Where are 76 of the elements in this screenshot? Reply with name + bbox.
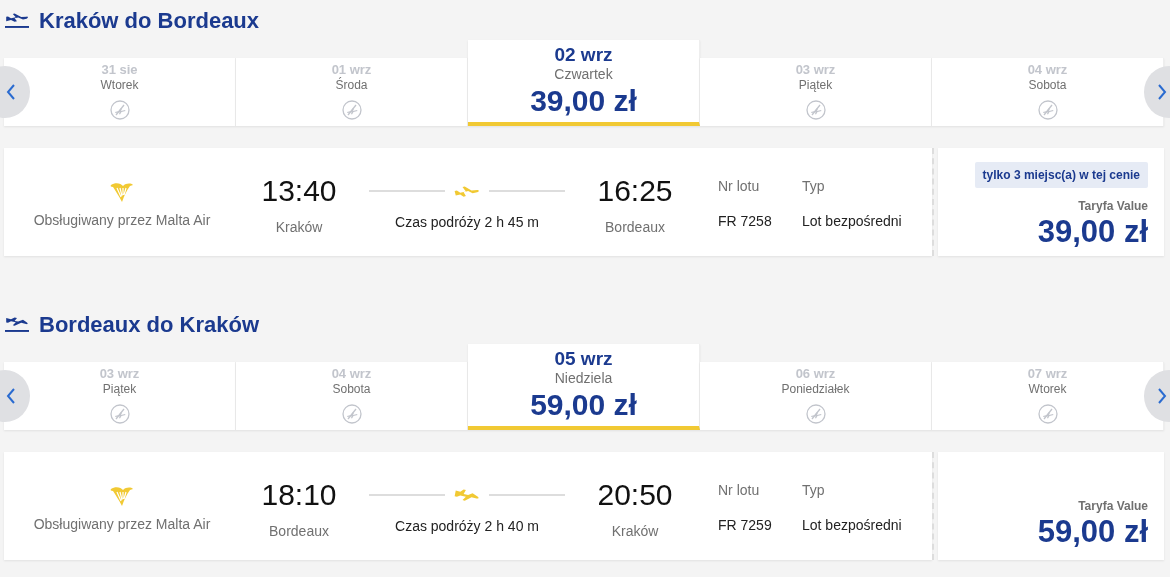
tab-weekday: Poniedziałek [780, 382, 851, 396]
flight-number: FR 7258 [718, 212, 773, 231]
fare-name: Taryfa Value [1078, 198, 1148, 215]
date-tab[interactable]: 04 wrz Sobota [932, 58, 1164, 126]
tab-weekday: Środa [334, 78, 369, 92]
date-tab[interactable]: 07 wrz Wtorek [932, 362, 1164, 430]
city-name: Bordeaux [269, 522, 329, 541]
section-title: Kraków do Bordeaux [39, 6, 260, 35]
tab-date: 06 wrz [794, 366, 837, 382]
tab-weekday: Piątek [797, 78, 834, 92]
tab-weekday: Czwartek [553, 66, 614, 83]
tab-date: 31 sie [100, 62, 139, 78]
plane-icon [453, 486, 481, 504]
tab-date: 01 wrz [330, 62, 373, 77]
flight-time: 18:10 [261, 477, 337, 513]
date-tab[interactable]: 31 sie Wtorek [4, 58, 236, 126]
no-flights-icon [109, 404, 130, 424]
field-label: Nr lotu [718, 481, 761, 500]
tab-weekday: Wtorek [99, 78, 140, 92]
no-flights-icon [341, 404, 362, 424]
no-flights-icon [1037, 100, 1058, 120]
field-label: Typ [802, 177, 826, 196]
travel-duration: Czas podróży 2 h 45 m [395, 213, 539, 232]
field-label: Typ [802, 481, 826, 500]
flight-time: 20:50 [597, 477, 673, 513]
no-flights-icon [805, 100, 826, 120]
tab-weekday: Wtorek [1027, 382, 1068, 396]
chevron-right-icon [1156, 387, 1168, 405]
date-tab[interactable]: 03 wrz Piątek [700, 58, 932, 126]
harp-logo-icon [109, 180, 135, 204]
seats-left-badge: tylko 3 miejsc(a) w tej cenie [974, 162, 1148, 188]
section-title: Bordeaux do Kraków [39, 310, 260, 339]
city-name: Bordeaux [605, 218, 665, 237]
date-tab[interactable]: 06 wrz Poniedziałek [700, 362, 932, 430]
no-flights-icon [109, 100, 130, 120]
tab-date: 03 wrz [98, 366, 141, 382]
tab-price: 39,00 zł [529, 83, 638, 119]
chevron-right-icon [1156, 83, 1168, 101]
tab-date: 03 wrz [794, 62, 837, 78]
operator-text: Obsługiwany przez Malta Air [33, 515, 211, 534]
date-tab[interactable]: 05 wrz Niedziela 59,00 zł [468, 344, 700, 430]
tab-weekday: Niedziela [553, 370, 614, 387]
fare-price: 59,00 zł [1037, 515, 1148, 549]
tab-date: 04 wrz [330, 366, 373, 382]
flight-time: 16:25 [597, 173, 673, 209]
arrival-plane-icon [5, 315, 29, 333]
date-tab[interactable]: 03 wrz Piątek [4, 362, 236, 430]
date-tab[interactable]: 01 wrz Środa [236, 58, 468, 126]
flight-type: Lot bezpośredni [802, 516, 903, 535]
harp-logo-icon [109, 484, 135, 508]
operator-text: Obsługiwany przez Malta Air [33, 211, 211, 230]
tab-price: 59,00 zł [529, 387, 638, 423]
flight-number: FR 7259 [718, 516, 773, 535]
chevron-left-icon [5, 387, 17, 405]
flight-time: 13:40 [261, 173, 337, 209]
fare-price: 39,00 zł [1037, 215, 1148, 249]
fare-name: Taryfa Value [1078, 498, 1148, 515]
date-tab[interactable]: 04 wrz Sobota [236, 362, 468, 430]
no-flights-icon [805, 404, 826, 424]
no-flights-icon [341, 100, 362, 120]
city-name: Kraków [275, 218, 323, 237]
field-label: Nr lotu [718, 177, 761, 196]
date-tab[interactable]: 02 wrz Czwartek 39,00 zł [468, 40, 700, 126]
flight-type: Lot bezpośredni [802, 212, 903, 231]
tab-weekday: Sobota [1027, 78, 1068, 92]
city-name: Kraków [611, 522, 659, 541]
no-flights-icon [1037, 404, 1058, 424]
departure-plane-icon [5, 11, 29, 29]
tab-date: 05 wrz [553, 348, 614, 370]
tab-date: 02 wrz [553, 44, 614, 66]
chevron-left-icon [5, 83, 17, 101]
tab-date: 04 wrz [1026, 62, 1069, 78]
tab-weekday: Sobota [331, 382, 372, 396]
tab-date: 07 wrz [1026, 366, 1069, 382]
travel-duration: Czas podróży 2 h 40 m [395, 517, 539, 536]
tab-weekday: Piątek [101, 382, 138, 396]
